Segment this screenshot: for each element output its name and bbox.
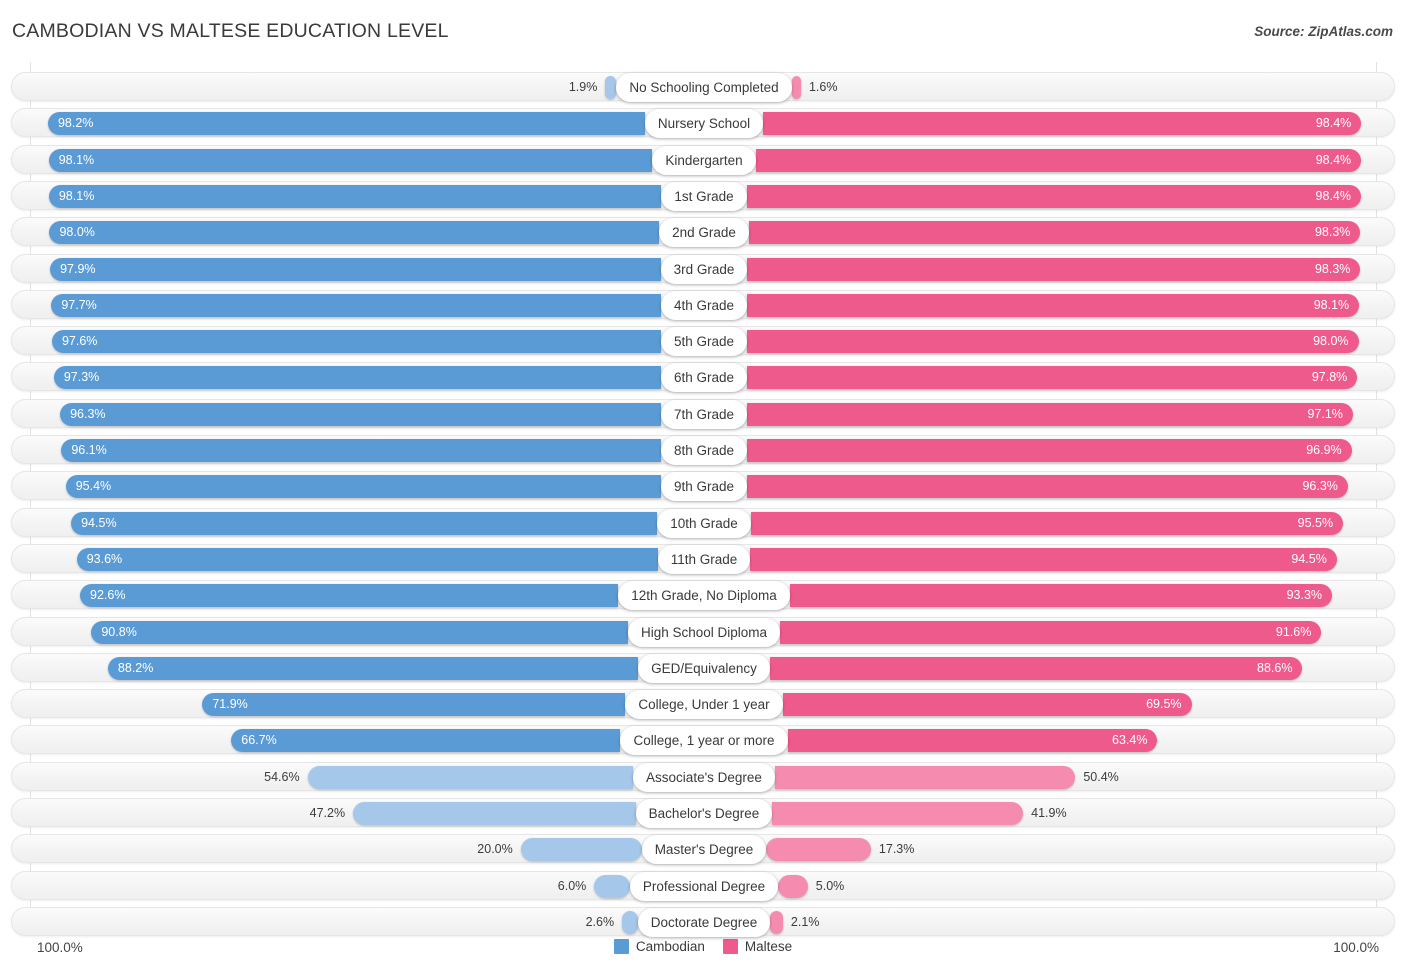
row-category-label: 11th Grade bbox=[657, 544, 751, 574]
bar-value-maltese: 2.1% bbox=[790, 914, 820, 929]
bar-cambodian bbox=[605, 76, 617, 99]
bar-cambodian bbox=[307, 765, 634, 789]
bar-value-cambodian: 20.0% bbox=[477, 842, 513, 857]
table-row: 10th Grade 94.5% 95.5% bbox=[11, 507, 1395, 538]
table-row: No Schooling Completed 1.9% 1.6% bbox=[11, 72, 1395, 102]
plot-area: No Schooling Completed 1.9% 1.6% Nursery Sc… bbox=[0, 62, 1406, 937]
table-row: 6th Grade 97.3% 97.8% bbox=[11, 362, 1395, 393]
row-category-label: 9th Grade bbox=[660, 472, 748, 502]
bar-value-maltese: 5.0% bbox=[815, 878, 845, 893]
table-row: Kindergarten 98.1% 98.4% bbox=[11, 144, 1395, 175]
bar-maltese bbox=[766, 838, 871, 862]
bar-value-cambodian: 6.0% bbox=[557, 878, 587, 893]
row-category-label: 5th Grade bbox=[660, 327, 748, 357]
table-row: 4th Grade 97.7% 98.1% bbox=[11, 289, 1395, 320]
chart-header: CAMBODIAN VS MALTESE EDUCATION LEVEL Sou… bbox=[0, 0, 1406, 58]
bar-value-cambodian: 54.6% bbox=[264, 769, 300, 784]
bar-maltese bbox=[791, 76, 801, 99]
row-category-label: Professional Degree bbox=[629, 871, 779, 901]
bar-cambodian bbox=[622, 910, 638, 934]
bar-maltese bbox=[770, 910, 783, 934]
bar-value-cambodian: 2.6% bbox=[585, 914, 615, 929]
bar-value-cambodian: 47.2% bbox=[309, 806, 346, 820]
source-attribution: Source: ZipAtlas.com bbox=[1254, 24, 1393, 39]
row-category-label: College, Under 1 year bbox=[625, 690, 783, 720]
bar-maltese bbox=[778, 874, 808, 898]
table-row: 11th Grade 93.6% 94.5% bbox=[11, 543, 1395, 574]
bar-value-maltese: 1.6% bbox=[808, 80, 838, 94]
row-category-label: High School Diploma bbox=[627, 617, 781, 647]
row-category-label: GED/Equivalency bbox=[638, 653, 770, 683]
bar-value-maltese: 17.3% bbox=[878, 842, 915, 857]
table-row: Nursery School 98.2% 98.4% bbox=[11, 108, 1395, 139]
bar-value-maltese: 63.4% bbox=[1112, 733, 1148, 748]
table-row: Bachelor's Degree 47.2% 41.9% bbox=[11, 798, 1395, 828]
legend-label: Maltese bbox=[744, 939, 793, 954]
legend-swatch-icon bbox=[722, 939, 738, 954]
row-category-label: College, 1 year or more bbox=[620, 726, 788, 756]
table-row: 5th Grade 97.6% 98.0% bbox=[11, 326, 1395, 357]
legend-item-maltese[interactable]: Maltese bbox=[722, 939, 793, 954]
legend-label: Cambodian bbox=[635, 939, 705, 954]
table-row: GED/Equivalency 88.2% 88.6% bbox=[11, 652, 1395, 683]
table-row: 9th Grade 95.4% 96.3% bbox=[11, 471, 1395, 502]
row-category-label: 6th Grade bbox=[660, 363, 748, 393]
bar-maltese bbox=[774, 765, 1076, 789]
table-row: 1st Grade 98.1% 98.4% bbox=[11, 180, 1395, 211]
bar-value-maltese: 41.9% bbox=[1031, 806, 1067, 820]
bar-maltese bbox=[772, 802, 1024, 825]
chart-footer: 100.0% 100.0% Cambodian Maltese bbox=[0, 936, 1406, 966]
row-category-label: Associate's Degree bbox=[633, 762, 775, 792]
table-row: 7th Grade 96.3% 97.1% bbox=[11, 398, 1395, 429]
table-row: 12th Grade, No Diploma 92.6% 93.3% bbox=[11, 580, 1395, 611]
table-row: Professional Degree 6.0% 5.0% bbox=[11, 870, 1395, 901]
bar-cambodian bbox=[353, 802, 636, 825]
legend: Cambodian Maltese bbox=[0, 939, 1406, 954]
bar-value-cambodian: 1.9% bbox=[568, 80, 598, 94]
bar-value-maltese: 50.4% bbox=[1083, 769, 1119, 784]
chart-root: CAMBODIAN VS MALTESE EDUCATION LEVEL Sou… bbox=[0, 0, 1406, 975]
bar-cambodian bbox=[520, 838, 642, 862]
table-row: 3rd Grade 97.9% 98.3% bbox=[11, 253, 1395, 284]
table-row: High School Diploma 90.8% 91.6% bbox=[11, 616, 1395, 647]
table-row: 2nd Grade 98.0% 98.3% bbox=[11, 217, 1395, 248]
row-category-label: 3rd Grade bbox=[660, 254, 748, 284]
legend-item-cambodian[interactable]: Cambodian bbox=[613, 939, 705, 954]
row-category-label: 1st Grade bbox=[661, 181, 747, 211]
page-title: CAMBODIAN VS MALTESE EDUCATION LEVEL bbox=[12, 20, 449, 42]
legend-swatch-icon bbox=[613, 939, 629, 954]
table-row: College, 1 year or more 66.7% 63.4% bbox=[11, 725, 1395, 756]
row-category-label: No Schooling Completed bbox=[616, 73, 792, 102]
row-category-label: 4th Grade bbox=[660, 290, 748, 320]
table-row: Associate's Degree 54.6% 50.4% bbox=[11, 761, 1395, 792]
table-row: College, Under 1 year 71.9% 69.5% bbox=[11, 689, 1395, 720]
row-category-label: 2nd Grade bbox=[659, 218, 749, 248]
row-category-label: Master's Degree bbox=[641, 835, 767, 865]
row-category-label: 8th Grade bbox=[660, 436, 748, 465]
row-category-label: Bachelor's Degree bbox=[635, 799, 773, 828]
bar-value-maltese: 69.5% bbox=[1146, 697, 1182, 712]
row-category-label: 12th Grade, No Diploma bbox=[618, 581, 790, 611]
table-row: 8th Grade 96.1% 96.9% bbox=[11, 435, 1395, 465]
row-category-label: 10th Grade bbox=[657, 508, 751, 538]
row-category-label: Kindergarten bbox=[652, 145, 756, 175]
row-category-label: 7th Grade bbox=[660, 399, 748, 429]
table-row: Doctorate Degree 2.6% 2.1% bbox=[11, 906, 1395, 937]
row-category-label: Doctorate Degree bbox=[637, 907, 771, 937]
bar-cambodian bbox=[594, 874, 630, 898]
row-category-label: Nursery School bbox=[644, 109, 764, 139]
table-row: Master's Degree 20.0% 17.3% bbox=[11, 834, 1395, 865]
